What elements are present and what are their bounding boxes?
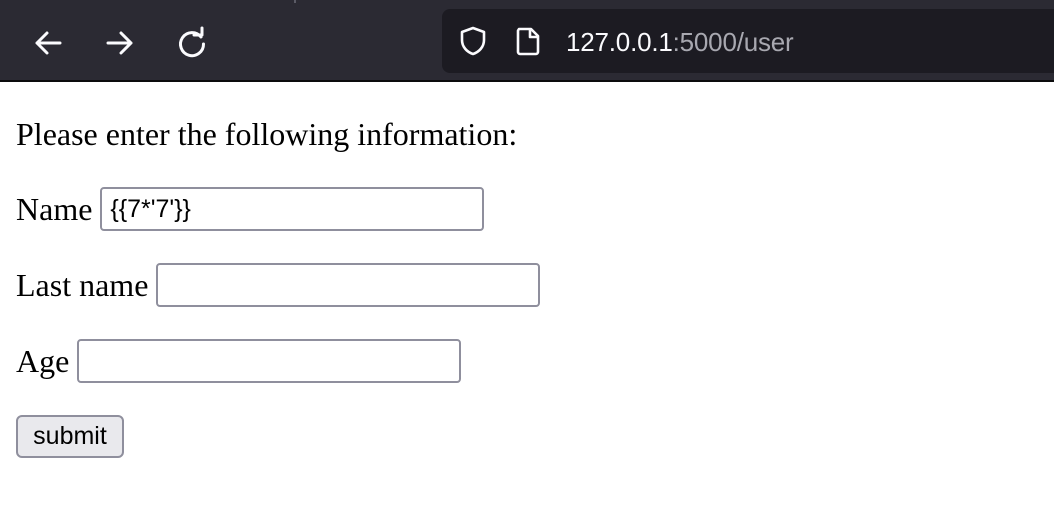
last-name-label: Last name — [16, 267, 149, 303]
shield-icon[interactable] — [457, 25, 489, 57]
forward-button[interactable] — [99, 22, 141, 64]
url-path: :5000/user — [672, 27, 794, 57]
name-row: Name — [16, 187, 485, 231]
tab-edge — [294, 0, 296, 3]
submit-button[interactable]: submit — [16, 415, 124, 458]
form-intro-text: Please enter the following information: — [16, 116, 518, 152]
url-text[interactable]: 127.0.0.1:5000/user — [566, 25, 794, 59]
arrow-right-icon — [103, 26, 137, 60]
reload-icon — [175, 26, 209, 60]
arrow-left-icon — [31, 26, 65, 60]
age-input[interactable] — [77, 339, 462, 383]
reload-button[interactable] — [171, 22, 213, 64]
age-label: Age — [16, 343, 70, 379]
last-name-input[interactable] — [156, 263, 541, 307]
address-bar[interactable]: 127.0.0.1:5000/user — [442, 9, 1054, 73]
back-button[interactable] — [27, 22, 69, 64]
last-name-row: Last name — [16, 263, 541, 307]
browser-toolbar: 127.0.0.1:5000/user — [0, 0, 1054, 82]
url-host: 127.0.0.1 — [566, 27, 673, 57]
name-input[interactable] — [100, 187, 485, 231]
page-icon — [512, 25, 544, 57]
name-label: Name — [16, 191, 93, 227]
age-row: Age — [16, 339, 462, 383]
